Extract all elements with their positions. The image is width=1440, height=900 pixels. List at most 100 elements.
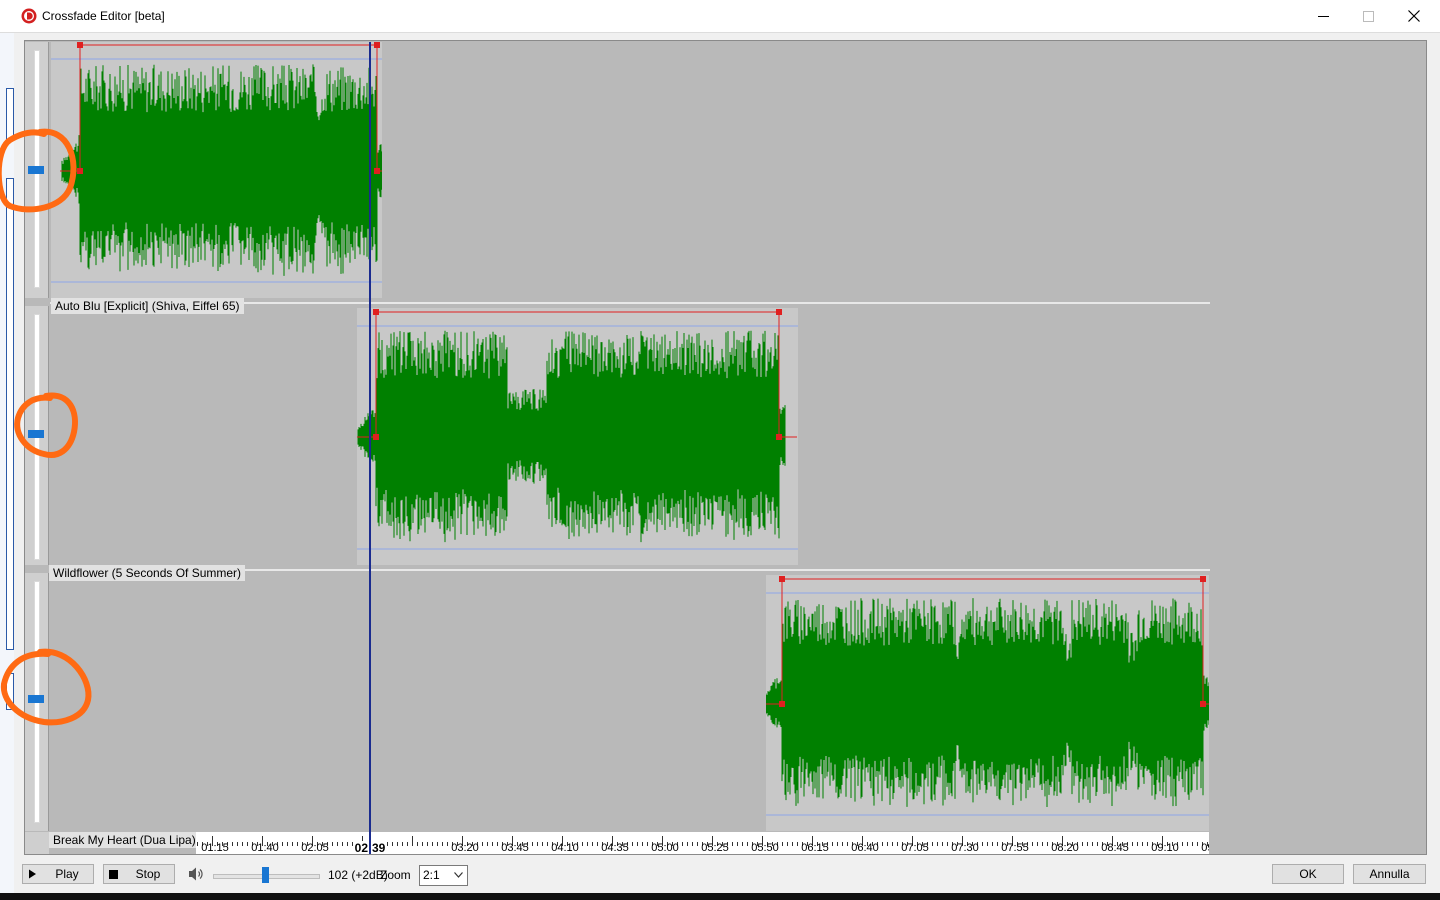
ruler-tick — [397, 842, 398, 846]
play-button[interactable]: Play — [22, 864, 94, 884]
ruler-tick — [497, 842, 498, 846]
stop-button[interactable]: Stop — [103, 864, 175, 884]
ruler-tick-label: 08:45 — [1101, 842, 1129, 854]
ruler-tick-label: 09:35 — [1201, 842, 1209, 854]
ruler-tick — [542, 842, 543, 846]
cancel-label: Annulla — [1369, 867, 1410, 881]
ruler-tick — [582, 842, 583, 846]
playhead-cursor[interactable] — [369, 42, 371, 854]
ruler-tick — [782, 842, 783, 846]
ruler-tick — [392, 842, 393, 846]
track-3-title: Wildflower (5 Seconds Of Summer) — [49, 565, 246, 581]
ruler-tick — [407, 842, 408, 846]
track-3-clip[interactable] — [766, 575, 1209, 831]
ruler-tick — [892, 842, 893, 846]
track-1-volume-strip — [25, 42, 49, 298]
ruler-tick — [232, 842, 233, 846]
ruler-tick — [747, 842, 748, 846]
ruler-tick-label: 07:55 — [1001, 842, 1029, 854]
ruler-tick-label: 04:10 — [551, 842, 579, 854]
volume-slider-thumb[interactable] — [262, 867, 269, 883]
ruler-tick — [447, 842, 448, 846]
ruler-tick — [897, 842, 898, 846]
window-title: Crossfade Editor [beta] — [42, 9, 165, 23]
ruler-tick — [937, 842, 938, 846]
envelope-handle — [779, 701, 785, 707]
ruler-tick — [692, 842, 693, 846]
stop-icon — [108, 869, 118, 879]
zoom-label: Zoom — [380, 868, 411, 882]
ruler-tick — [687, 842, 688, 846]
volume-value: 102 (+2dB) — [328, 868, 388, 882]
track-3-volume-strip — [25, 573, 49, 831]
ruler-tick — [1087, 842, 1088, 846]
ruler-tick-label: 08:20 — [1051, 842, 1079, 854]
ruler-tick — [402, 842, 403, 846]
ruler-tick — [847, 842, 848, 846]
maximize-button[interactable] — [1345, 0, 1391, 32]
zoom-select[interactable]: 2:1 — [419, 865, 468, 886]
ruler-tick — [387, 842, 388, 846]
track-1-waveform — [51, 42, 382, 283]
ruler-tick — [697, 842, 698, 846]
background-panel — [6, 88, 14, 140]
ruler-tick — [242, 842, 243, 846]
ruler-tick — [932, 842, 933, 846]
waveform-samples — [766, 598, 1209, 807]
ruler-tick — [737, 842, 738, 846]
timeline-ruler[interactable]: 01:15 01:40 02:05 03:20 03:45 04:10 04:35 05:00… — [196, 832, 1209, 854]
envelope-handle — [1200, 576, 1206, 582]
track-1-volume-fader[interactable] — [28, 166, 44, 174]
waveform-samples — [357, 330, 786, 543]
ruler-tick — [742, 842, 743, 846]
ruler-tick — [637, 842, 638, 846]
ruler-tick — [787, 842, 788, 846]
ruler-tick — [942, 842, 943, 846]
ruler-tick — [1092, 842, 1093, 846]
ok-button[interactable]: OK — [1272, 864, 1344, 884]
title-bar: Crossfade Editor [beta] — [0, 0, 1440, 33]
close-button[interactable] — [1391, 0, 1437, 32]
ruler-tick — [537, 842, 538, 846]
ruler-tick — [417, 842, 418, 846]
envelope-handle — [373, 434, 379, 440]
ruler-tick — [532, 842, 533, 846]
cancel-button[interactable]: Annulla — [1353, 864, 1426, 884]
play-icon — [28, 869, 36, 879]
ruler-tick — [547, 842, 548, 846]
ruler-tick — [987, 842, 988, 846]
ruler-tick — [1182, 842, 1183, 846]
ruler-tick — [1187, 842, 1188, 846]
track-1-clip[interactable] — [51, 42, 382, 298]
envelope-handle — [776, 434, 782, 440]
ruler-tick — [347, 842, 348, 846]
play-label: Play — [55, 867, 79, 881]
ruler-tick — [1097, 842, 1098, 846]
taskbar — [0, 893, 1440, 900]
ruler-tick — [642, 842, 643, 846]
ruler-tick-label: 07:30 — [951, 842, 979, 854]
track-3-volume-fader[interactable] — [28, 695, 44, 703]
ruler-tick — [237, 842, 238, 846]
ruler-tick — [1037, 842, 1038, 846]
ruler-tick-label: 01:15 — [201, 842, 229, 854]
envelope-handle — [77, 168, 83, 174]
ruler-tick-label: 03:45 — [501, 842, 529, 854]
app-logo-icon — [21, 8, 37, 24]
ruler-tick — [1142, 842, 1143, 846]
ruler-tick — [1047, 842, 1048, 846]
ruler-tick — [792, 842, 793, 846]
minimize-button[interactable] — [1300, 0, 1346, 32]
ruler-tick-label: 06:40 — [851, 842, 879, 854]
track-2-title: Auto Blu [Explicit] (Shiva, Eiffel 65) — [51, 298, 244, 314]
track-2-volume-fader[interactable] — [28, 430, 44, 438]
ruler-tick — [632, 842, 633, 846]
ruler-tick — [422, 842, 423, 846]
stop-label: Stop — [135, 867, 161, 881]
track-3-waveform — [766, 576, 1209, 816]
ruler-tick — [1147, 842, 1148, 846]
track-4-title: Break My Heart (Dua Lipa) — [49, 832, 200, 848]
track-2-clip[interactable] — [357, 308, 798, 565]
background-panel — [6, 673, 14, 710]
ruler-tick — [732, 842, 733, 846]
